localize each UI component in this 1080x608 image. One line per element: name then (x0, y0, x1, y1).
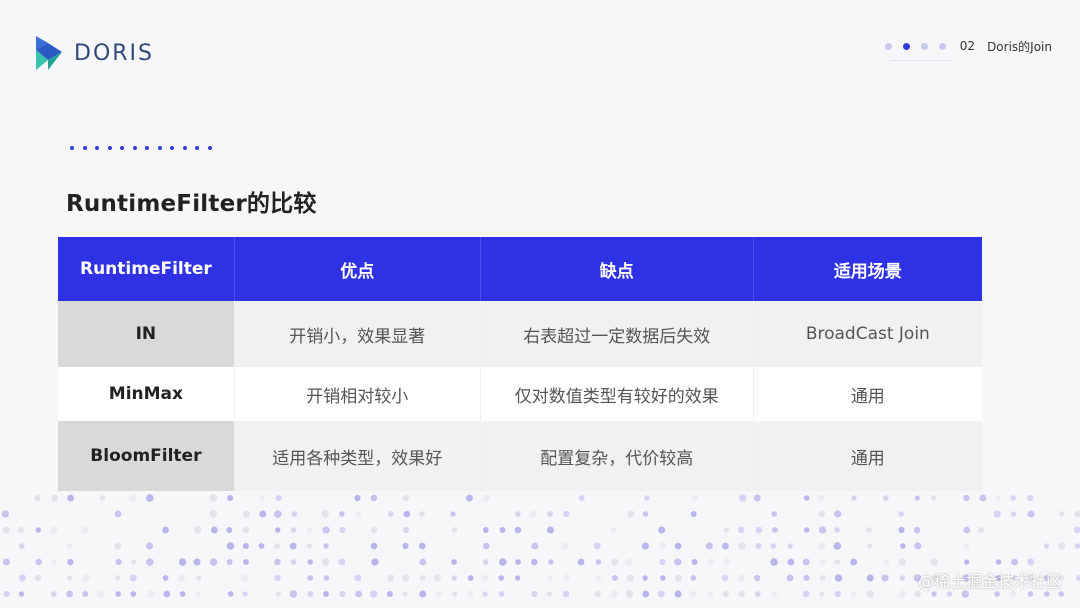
pager-dot[interactable] (938, 42, 946, 50)
table-cell: 右表超过一定数据后失效 (480, 301, 754, 367)
table-cell: 仅对数值类型有较好的效果 (480, 367, 754, 421)
row-header-cell: IN (58, 301, 235, 367)
pager-dot-active[interactable] (902, 42, 910, 50)
table-cell: 开销小，效果显著 (234, 301, 481, 367)
table-header-cell: 缺点 (480, 237, 754, 301)
table-row: MinMax 开销相对较小 仅对数值类型有较好的效果 通用 (58, 367, 982, 421)
table-header-cell: 优点 (234, 237, 481, 301)
comparison-table: RuntimeFilter 优点 缺点 适用场景 IN 开销小，效果显著 右表超… (58, 237, 982, 491)
section-label: Doris的Join (987, 39, 1052, 54)
slide: DORIS 02 Doris的Join RuntimeFilter的比较 Run… (0, 0, 1080, 608)
pager-underline (890, 60, 952, 61)
row-header-cell: BloomFilter (58, 421, 235, 491)
pager-dot[interactable] (884, 42, 892, 50)
table-header-cell: RuntimeFilter (58, 237, 235, 301)
table-row: IN 开销小，效果显著 右表超过一定数据后失效 BroadCast Join (58, 301, 982, 367)
table-header-row: RuntimeFilter 优点 缺点 适用场景 (58, 237, 982, 301)
dotted-divider (70, 146, 220, 150)
logo: DORIS (34, 34, 154, 72)
pager-dot[interactable] (920, 42, 928, 50)
table-cell: 通用 (753, 421, 982, 491)
table-row: BloomFilter 适用各种类型，效果好 配置复杂，代价较高 通用 (58, 421, 982, 491)
row-header-cell: MinMax (58, 367, 235, 421)
table-cell: 适用各种类型，效果好 (234, 421, 481, 491)
page-title: RuntimeFilter的比较 (66, 191, 317, 217)
table-cell: 开销相对较小 (234, 367, 481, 421)
watermark: @稀土掘金技术社区 (917, 572, 1062, 591)
doris-logo-icon (36, 36, 62, 70)
table-cell: 配置复杂，代价较高 (480, 421, 754, 491)
page-indicator: 02 Doris的Join (884, 38, 1052, 54)
page-number: 02 (959, 39, 976, 53)
table-cell: 通用 (753, 367, 982, 421)
table-cell: BroadCast Join (753, 301, 982, 367)
logo-text: DORIS (74, 40, 154, 66)
table-header-cell: 适用场景 (753, 237, 982, 301)
